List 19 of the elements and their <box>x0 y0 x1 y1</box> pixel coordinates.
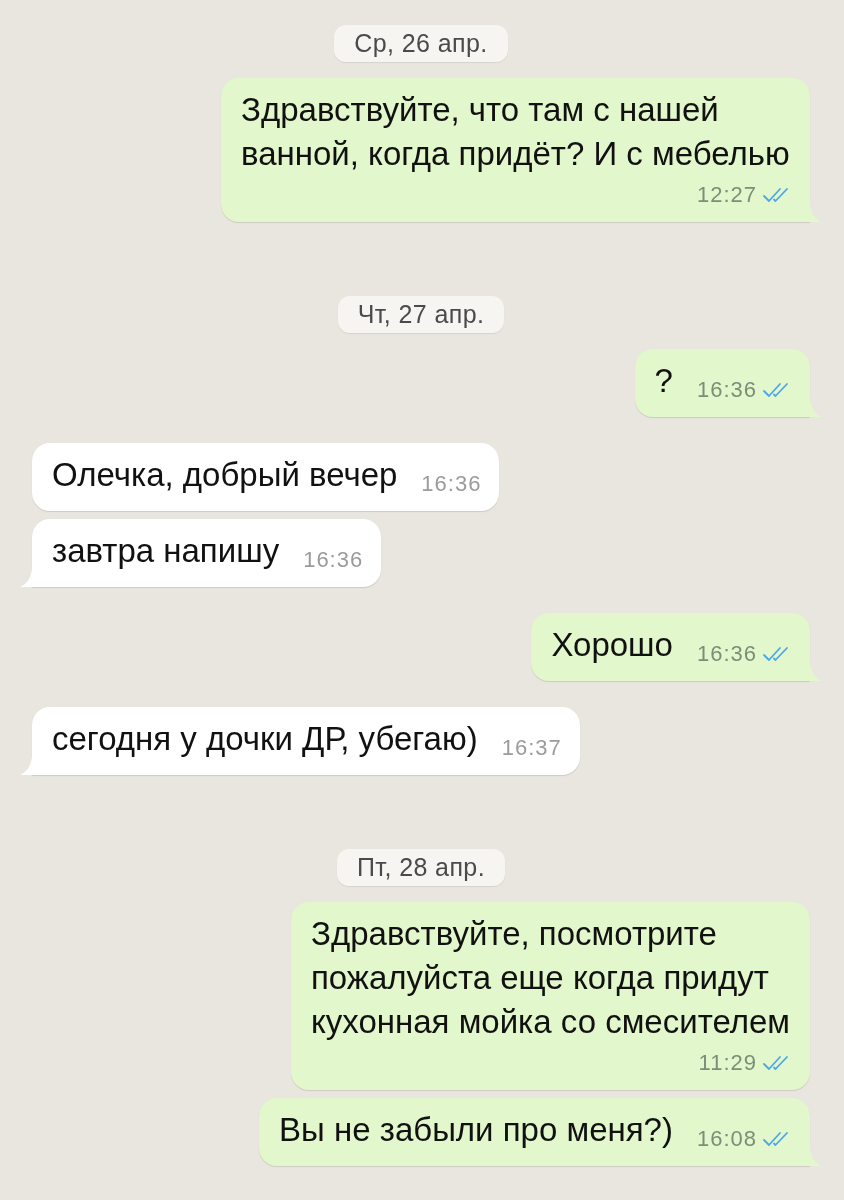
message-text: Олечка, добрый вечер <box>52 455 398 495</box>
message-text: сегодня у дочки ДР, убегаю) <box>52 719 478 759</box>
message-time: 11:29 <box>698 1050 757 1076</box>
date-label: Чт, 27 апр. <box>337 296 505 333</box>
message-text: Здравствуйте, посмотрите пожалуйста еще когда придут кухонная мойка со смесителем <box>311 914 791 1042</box>
message-time: 16:36 <box>696 377 757 403</box>
message-time: 16:08 <box>696 1126 757 1152</box>
message-text: Здравствуйте, что там с нашей ванной, когда придёт? И с мебелью <box>241 90 791 174</box>
message-time: 16:36 <box>303 547 364 573</box>
message-text: ? <box>654 361 673 401</box>
message-time: 12:27 <box>696 182 757 208</box>
date-label: Пт, 28 апр. <box>337 849 505 886</box>
message-text: Хорошо <box>551 625 673 665</box>
date-label: Ср, 26 апр. <box>334 25 508 62</box>
message-time: 16:36 <box>696 641 757 667</box>
message-time: 16:37 <box>501 735 562 761</box>
message-text: Вы не забыли про меня?) <box>279 1110 673 1150</box>
message-text: завтра напишу <box>52 531 280 571</box>
message-time: 16:36 <box>421 471 482 497</box>
